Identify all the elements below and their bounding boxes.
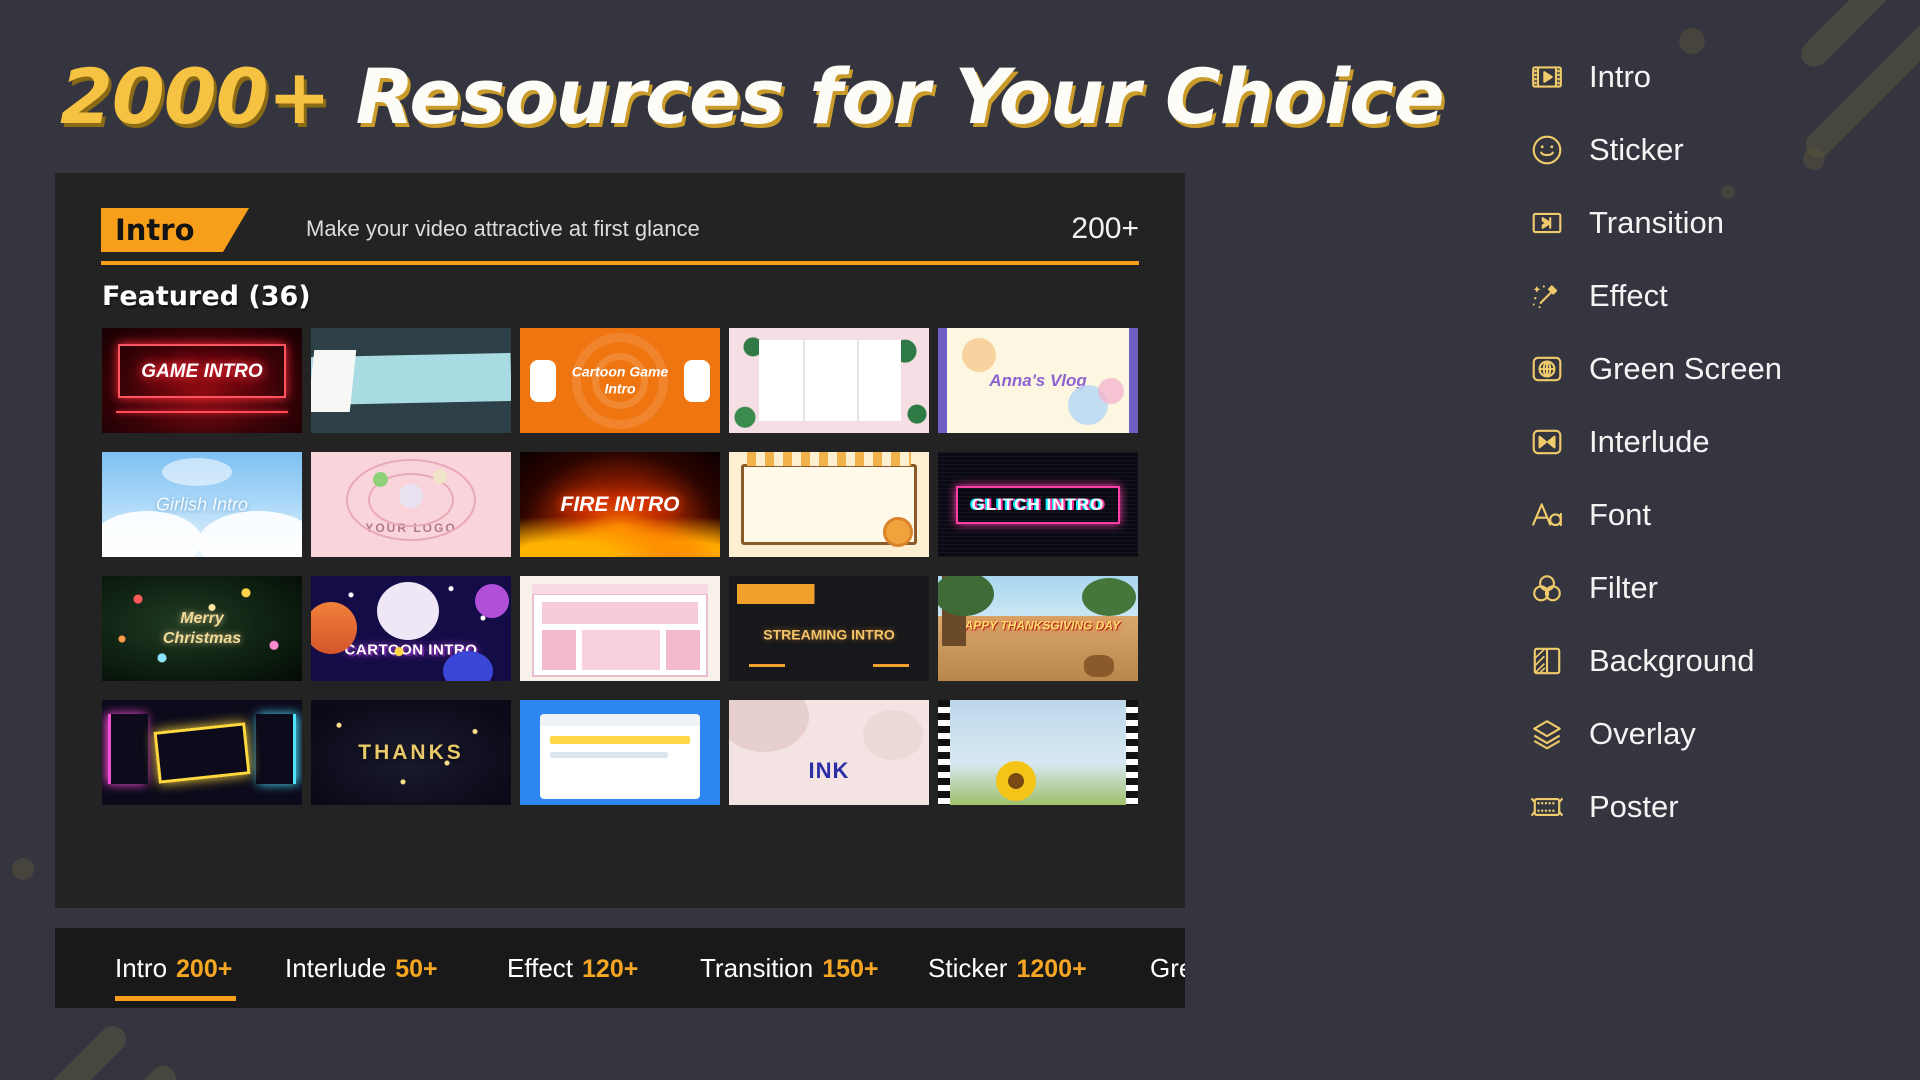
tab-transition[interactable]: Transition 150+ [700,953,879,984]
tab-label: Interlude [285,952,387,983]
sidebar-item-label: Sticker [1589,131,1684,167]
category-tabbar[interactable]: Intro 200+ Interlude 50+ Effect 120+ Transitio… [55,928,1185,1008]
thumbnail-card[interactable]: GLITCH INTRO [938,452,1138,557]
featured-heading: Featured (36) [102,281,311,312]
resources-panel: Intro Make your video attractive at firs… [55,173,1185,908]
sidebar-item-poster[interactable]: Poster [1500,770,1920,843]
sidebar-item-effect[interactable]: Effect [1500,259,1920,332]
thumbnail-label: HAPPY THANKSGIVING DAY [955,618,1121,633]
thumbnail-card[interactable]: THANKS [311,700,511,805]
background-icon [1530,644,1564,678]
thumbnail-card[interactable]: STREAMING INTRO [729,576,929,681]
sidebar-item-interlude[interactable]: Interlude [1500,405,1920,478]
sidebar-item-label: Font [1589,496,1652,532]
sidebar-item-label: Effect [1589,277,1668,313]
tab-count: 1200+ [1016,954,1087,983]
tab-label: Transition [700,952,814,983]
tab-sticker[interactable]: Sticker 1200+ [928,953,1087,984]
tab-count: 200+ [176,954,233,983]
thumbnail-card[interactable]: Thanks for Watching [520,576,720,681]
thumbnail-label: INK [808,758,850,784]
sidebar-item-label: Filter [1589,569,1658,605]
thumbnail-card[interactable]: INK [729,700,929,805]
tab-count: 150+ [822,954,879,983]
page-title-highlight: 2000+ [60,52,331,141]
layers-icon [1530,717,1564,751]
thumbnail-card[interactable]: Cartoon Game Intro [520,328,720,433]
thumbnail-label: STREAMING INTRO [763,626,895,643]
tab-count: 50+ [395,954,438,983]
sidebar-item-label: Intro [1589,58,1652,94]
thumbnail-card[interactable] [520,700,720,805]
thumbnail-card[interactable]: CARTOON INTRO [311,576,511,681]
sidebar-item-font[interactable]: Font [1500,478,1920,551]
deco-bar [28,1060,182,1080]
tab-active-underline [115,995,237,1001]
sidebar-item-background[interactable]: Background [1500,624,1920,697]
sidebar-item-green-screen[interactable]: Green Screen [1500,332,1920,405]
section-header: Intro Make your video attractive at firs… [101,208,1139,266]
thumbnail-card[interactable]: GAME INTRO [102,328,302,433]
thumbnail-card[interactable] [102,700,302,805]
three-circles-icon [1530,571,1564,605]
tab-label: Effect [507,952,574,983]
thumbnail-card[interactable]: YOUR LOGO [311,452,511,557]
page-title-rest: Resources for Your Choice [330,52,1445,141]
smiley-icon [1530,133,1564,167]
section-tag: Intro [101,208,249,252]
thumbnail-card[interactable]: FIRE INTRO [520,452,720,557]
sidebar-item-filter[interactable]: Filter [1500,551,1920,624]
app-root: 2000+ Resources for Your Choice Intro Ma… [0,0,1920,1080]
tab-intro[interactable]: Intro 200+ [115,952,237,1001]
target-screen-icon [1530,352,1564,386]
thumbnail-card[interactable]: Cooking Diary [729,452,929,557]
thumbnail-card[interactable]: HAPPY THANKSGIVING DAY [938,576,1138,681]
deco-dot [12,858,34,880]
sidebar-item-sticker[interactable]: Sticker [1500,113,1920,186]
poster-frame-icon [1530,790,1564,824]
sidebar-item-overlay[interactable]: Overlay [1500,697,1920,770]
transition-icon [1530,206,1564,240]
sidebar-item-label: Transition [1589,204,1724,240]
magic-wand-icon [1530,279,1564,313]
sidebar-item-label: Green Screen [1589,350,1782,386]
thumbnail-card[interactable] [938,700,1138,805]
category-sidebar: Intro Sticker Transition Effect Green Screen… [1500,40,1920,843]
thumbnail-grid: GAME INTRO Simple Intro Cartoon Game Int… [102,328,1185,805]
deco-bar [0,1020,132,1080]
tab-effect[interactable]: Effect 120+ [507,953,638,984]
tab-label: Intro [115,952,168,983]
sidebar-item-intro[interactable]: Intro [1500,40,1920,113]
section-rule [101,261,1139,265]
thumbnail-card[interactable]: SIMPLE INTRO [729,328,929,433]
thumbnail-card[interactable]: Anna's Vlog [938,328,1138,433]
tab-gree[interactable]: Gree [1150,953,1185,984]
section-count: 200+ [1071,212,1139,245]
sidebar-item-transition[interactable]: Transition [1500,186,1920,259]
tab-count: 120+ [582,954,639,983]
sidebar-item-label: Poster [1589,788,1679,824]
tab-label: Gree [1150,952,1185,983]
thumbnail-card[interactable]: Simple Intro [311,328,511,433]
interlude-icon [1530,425,1564,459]
film-play-icon [1530,60,1564,94]
tab-interlude[interactable]: Interlude 50+ [285,953,438,984]
sidebar-item-label: Background [1589,642,1755,678]
section-subtitle: Make your video attractive at first glan… [306,216,700,241]
thumbnail-card[interactable]: Merry Christmas [102,576,302,681]
tab-label: Sticker [928,952,1008,983]
font-aa-icon [1530,498,1564,532]
thumbnail-card[interactable]: Girlish Intro [102,452,302,557]
sidebar-item-label: Overlay [1589,715,1696,751]
sidebar-item-label: Interlude [1589,423,1710,459]
page-title: 2000+ Resources for Your Choice [60,52,1445,141]
